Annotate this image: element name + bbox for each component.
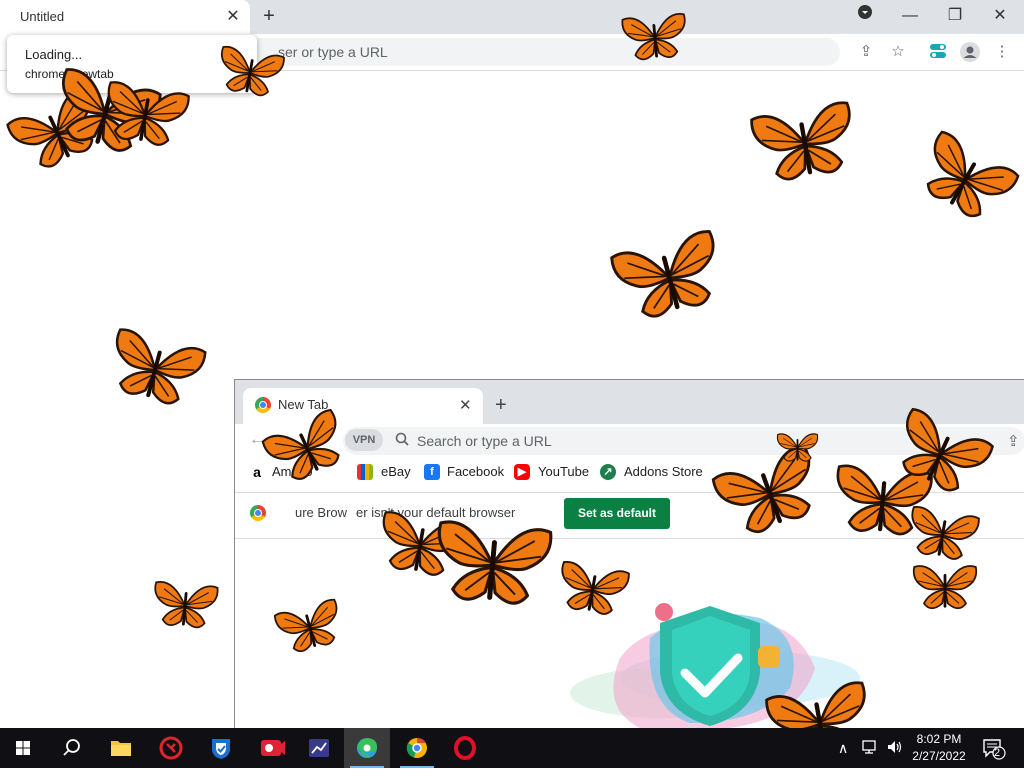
bookmark-star-icon[interactable]: ☆ [888, 42, 908, 62]
butterfly-decoration [926, 130, 1020, 218]
ebay-icon [357, 464, 373, 480]
taskbar-browser[interactable] [394, 728, 440, 768]
browser-logo-icon [255, 397, 271, 413]
extension-toggle-icon[interactable] [928, 42, 948, 62]
volume-icon[interactable] [886, 739, 904, 758]
bookmark-facebook[interactable]: Facebook [447, 464, 504, 479]
butterfly-decoration [610, 230, 715, 318]
close-window-icon[interactable]: ✕ [986, 4, 1014, 28]
restore-icon[interactable]: ❐ [941, 4, 969, 28]
facebook-icon: f [424, 464, 440, 480]
folder-icon [111, 741, 131, 756]
shield-red-icon [159, 736, 183, 760]
set-as-default-button[interactable]: Set as default [564, 498, 670, 529]
share-icon[interactable]: ⇪ [856, 42, 876, 62]
start-button[interactable] [0, 728, 46, 768]
taskbar-app-shield[interactable] [198, 728, 244, 768]
share-icon[interactable]: ⇪ [1007, 432, 1020, 450]
close-icon[interactable]: ✕ [224, 6, 242, 26]
tab-untitled[interactable]: Untitled ✕ [0, 0, 250, 34]
taskbar-app-red[interactable] [148, 728, 194, 768]
omnibox-placeholder: Search or type a URL [417, 433, 552, 449]
taskbar-app-chart[interactable] [296, 728, 342, 768]
recorder-icon [261, 740, 285, 756]
amazon-icon: a [249, 464, 265, 480]
taskbar-app-recorder[interactable] [248, 728, 294, 768]
taskbar-search[interactable] [48, 728, 94, 768]
shield-blue-icon [212, 739, 230, 759]
new-tab-button[interactable]: + [495, 394, 507, 417]
close-icon[interactable]: ✕ [459, 396, 472, 414]
opera-icon [454, 736, 476, 760]
minimize-icon[interactable]: — [896, 4, 924, 28]
tab-title: Untitled [20, 9, 65, 24]
butterfly-decoration [220, 45, 285, 97]
butterfly-decoration [621, 12, 686, 61]
butterfly-decoration [750, 101, 851, 181]
clock-date[interactable]: 2/27/2022 [906, 749, 972, 763]
butterfly-decoration [154, 580, 219, 629]
addons-store-icon: ↗ [600, 464, 616, 480]
search-icon [395, 432, 409, 451]
clock-time[interactable]: 8:02 PM [910, 732, 968, 746]
butterfly-decoration [912, 565, 978, 610]
taskbar-edge[interactable] [344, 728, 390, 768]
new-tab-button[interactable]: + [258, 5, 280, 27]
butterfly-decoration [115, 328, 207, 405]
notification-count: 2 [993, 747, 1001, 759]
butterfly-decoration [561, 561, 630, 615]
tab-search-icon[interactable] [851, 4, 879, 28]
chrome-like-icon [406, 737, 427, 758]
bookmark-addons-store[interactable]: Addons Store [624, 464, 703, 479]
bookmark-youtube[interactable]: YouTube [538, 464, 589, 479]
profile-icon[interactable] [960, 42, 980, 62]
edge-icon [357, 738, 377, 758]
omnibox-text: ser or type a URL [278, 44, 388, 60]
search-icon [63, 739, 80, 756]
chart-app-icon [309, 739, 329, 757]
taskbar-file-explorer[interactable] [98, 728, 144, 768]
browser-logo-icon [250, 505, 266, 521]
youtube-icon: ▶ [514, 464, 530, 480]
menu-kebab-icon[interactable]: ⋮ [992, 42, 1012, 62]
infobar-text-part-1: ure Brow [295, 505, 348, 520]
butterfly-decoration [776, 433, 819, 462]
butterfly-decoration [107, 81, 190, 146]
network-icon[interactable] [862, 739, 878, 758]
taskbar-opera[interactable] [442, 728, 488, 768]
windows-logo-icon [16, 741, 30, 755]
butterfly-decoration [437, 520, 553, 605]
chevron-up-icon[interactable]: ∧ [838, 740, 848, 757]
bookmark-ebay[interactable]: eBay [381, 464, 411, 479]
